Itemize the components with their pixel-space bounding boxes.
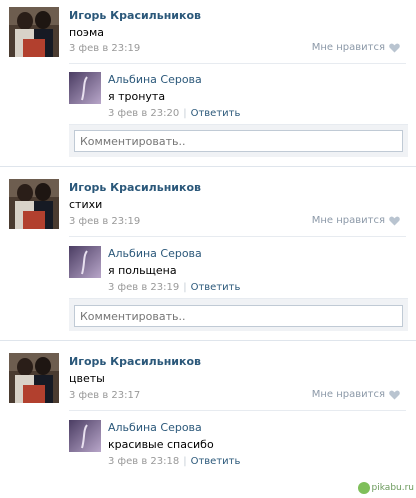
- post-divider: [0, 340, 416, 341]
- comment-input[interactable]: [74, 305, 403, 327]
- author-avatar[interactable]: [9, 179, 59, 229]
- post-3: Игорь Красильников цветы 3 фев в 23:17 М…: [0, 346, 416, 496]
- like-label: Мне нравится: [311, 389, 385, 400]
- reply-link[interactable]: Ответить: [191, 456, 241, 467]
- author-avatar[interactable]: [9, 7, 59, 57]
- like-label: Мне нравится: [311, 42, 385, 53]
- post-text: цветы: [69, 372, 105, 385]
- comment-avatar[interactable]: [69, 246, 101, 278]
- post-text: поэма: [69, 26, 104, 39]
- comment-date[interactable]: 3 фев в 23:18: [108, 456, 179, 467]
- divider: [69, 63, 406, 64]
- heart-icon: [389, 390, 400, 400]
- comment-input[interactable]: [74, 130, 403, 152]
- post-author[interactable]: Игорь Красильников: [69, 9, 201, 22]
- comment-date[interactable]: 3 фев в 23:20: [108, 108, 179, 119]
- watermark-text: pikabu.ru: [371, 483, 414, 493]
- heart-icon: [389, 216, 400, 226]
- like-button[interactable]: Мне нравится: [312, 215, 400, 226]
- comment-author[interactable]: Альбина Серова: [108, 247, 202, 260]
- meta-separator: |: [183, 282, 187, 293]
- divider: [69, 410, 406, 411]
- like-button[interactable]: Мне нравится: [312, 42, 400, 53]
- heart-icon: [389, 43, 400, 53]
- meta-separator: |: [183, 108, 187, 119]
- comment-meta: 3 фев в 23:20 | Ответить: [108, 108, 240, 119]
- comment-avatar[interactable]: [69, 420, 101, 452]
- watermark: pikabu.ru: [357, 482, 414, 494]
- comment-meta: 3 фев в 23:19 | Ответить: [108, 282, 240, 293]
- comment-meta: 3 фев в 23:18 | Ответить: [108, 456, 240, 467]
- post-date[interactable]: 3 фев в 23:17: [69, 390, 140, 401]
- divider: [69, 236, 406, 237]
- pikabu-logo-icon: [357, 482, 370, 494]
- comment-author[interactable]: Альбина Серова: [108, 421, 202, 434]
- like-button[interactable]: Мне нравится: [312, 389, 400, 400]
- like-label: Мне нравится: [311, 215, 385, 226]
- comment-date[interactable]: 3 фев в 23:19: [108, 282, 179, 293]
- reply-link[interactable]: Ответить: [191, 108, 241, 119]
- comment-text: я польщена: [108, 264, 177, 277]
- post-text: стихи: [69, 198, 103, 211]
- meta-separator: |: [183, 456, 187, 467]
- comment-author[interactable]: Альбина Серова: [108, 73, 202, 86]
- comment-text: я тронута: [108, 90, 166, 103]
- post-1: Игорь Красильников поэма 3 фев в 23:19 М…: [0, 0, 416, 165]
- post-date[interactable]: 3 фев в 23:19: [69, 43, 140, 54]
- post-divider: [0, 166, 416, 167]
- comment-avatar[interactable]: [69, 72, 101, 104]
- comment-text: красивые спасибо: [108, 438, 214, 451]
- post-2: Игорь Красильников стихи 3 фев в 23:19 М…: [0, 172, 416, 337]
- reply-link[interactable]: Ответить: [191, 282, 241, 293]
- post-author[interactable]: Игорь Красильников: [69, 355, 201, 368]
- post-author[interactable]: Игорь Красильников: [69, 181, 201, 194]
- author-avatar[interactable]: [9, 353, 59, 403]
- post-date[interactable]: 3 фев в 23:19: [69, 216, 140, 227]
